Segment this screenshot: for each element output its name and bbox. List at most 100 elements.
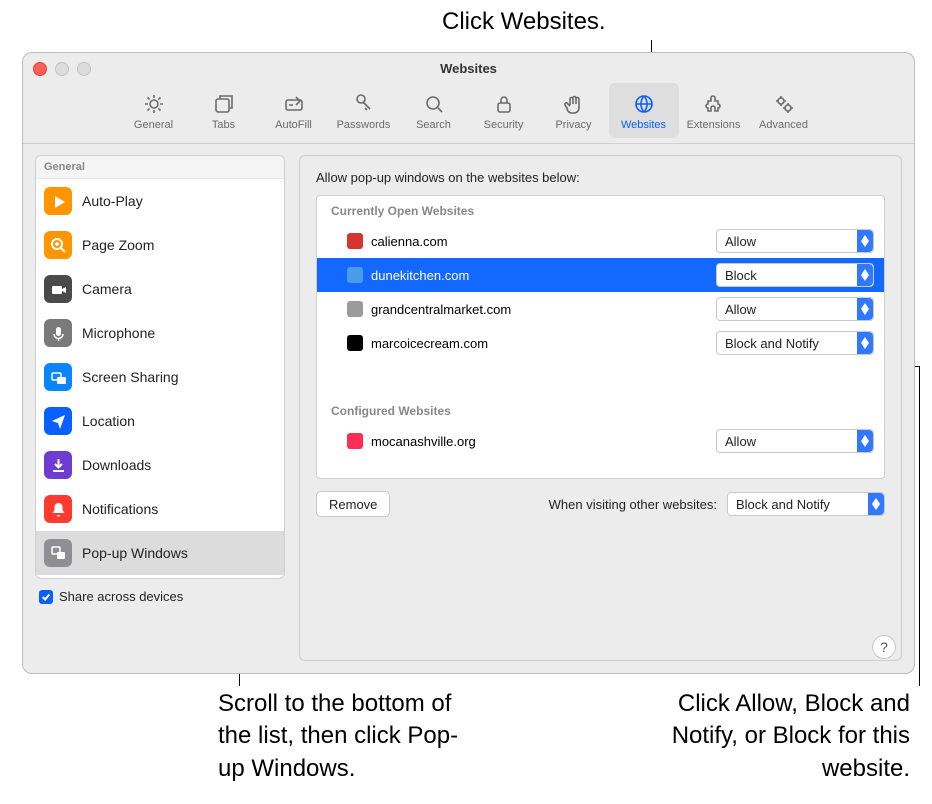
popup-arrows-icon — [857, 230, 873, 252]
permission-popup[interactable]: Allow — [716, 429, 874, 453]
website-row[interactable]: calienna.com Allow — [317, 224, 884, 258]
toolbar-tab-label: Websites — [621, 119, 666, 131]
toolbar-tab-general[interactable]: General — [119, 83, 189, 138]
lock-icon — [493, 91, 515, 117]
popup-arrows-icon — [857, 298, 873, 320]
sidebar-item-label: Screen Sharing — [82, 369, 179, 385]
titlebar: Websites — [23, 53, 914, 83]
popup-arrows-icon — [857, 264, 873, 286]
sidebar-item-label: Auto-Play — [82, 193, 143, 209]
website-name: mocanashville.org — [371, 434, 708, 449]
favicon — [347, 301, 363, 317]
sidebar-item-popup[interactable]: Pop-up Windows — [36, 531, 284, 575]
popup-arrows-icon — [857, 430, 873, 452]
location-icon — [44, 407, 72, 435]
sidebar-item-camera[interactable]: Camera — [36, 267, 284, 311]
sidebar-item-label: Notifications — [82, 501, 158, 517]
toolbar-tab-label: Privacy — [555, 119, 591, 131]
play-icon — [44, 187, 72, 215]
other-websites-popup[interactable]: Block and Notify — [727, 492, 885, 516]
sidebar-item-label: Downloads — [82, 457, 151, 473]
favicon — [347, 267, 363, 283]
toolbar-tab-extensions[interactable]: Extensions — [679, 83, 749, 138]
toolbar-tab-security[interactable]: Security — [469, 83, 539, 138]
sidebar-item-screen-sharing[interactable]: Screen Sharing — [36, 355, 284, 399]
toolbar-tab-label: Passwords — [337, 119, 391, 131]
sidebar-item-location[interactable]: Location — [36, 399, 284, 443]
download-icon — [44, 451, 72, 479]
main-panel: Allow pop-up windows on the websites bel… — [299, 155, 902, 661]
search-icon — [423, 91, 445, 117]
toolbar-tab-tabs[interactable]: Tabs — [189, 83, 259, 138]
toolbar-tab-label: Extensions — [687, 119, 741, 131]
close-button[interactable] — [33, 62, 47, 76]
sidebar-item-page-zoom[interactable]: Page Zoom — [36, 223, 284, 267]
website-row[interactable]: marcoicecream.com Block and Notify — [317, 326, 884, 360]
sidebar-header: General — [36, 156, 284, 179]
minimize-button[interactable] — [55, 62, 69, 76]
sidebar-item-notifications[interactable]: Notifications — [36, 487, 284, 531]
share-label: Share across devices — [59, 589, 183, 604]
favicon — [347, 433, 363, 449]
zoom-button[interactable] — [77, 62, 91, 76]
sidebar-item-downloads[interactable]: Downloads — [36, 443, 284, 487]
sidebar-list[interactable]: General Auto-Play Page Zoom Camera Micro… — [35, 155, 285, 579]
puzzle-icon — [703, 91, 725, 117]
callout-bottom-left: Scroll to the bottom of the list, then c… — [218, 688, 478, 785]
preferences-window: Websites General Tabs AutoFill Passwords… — [22, 52, 915, 674]
sidebar-item-label: Camera — [82, 281, 132, 297]
other-websites-label: When visiting other websites: — [549, 497, 717, 512]
autofill-icon — [283, 91, 305, 117]
toolbar-tab-privacy[interactable]: Privacy — [539, 83, 609, 138]
permission-popup[interactable]: Block and Notify — [716, 331, 874, 355]
popups-icon — [44, 539, 72, 567]
toolbar-tab-label: AutoFill — [275, 119, 312, 131]
tabs-icon — [213, 91, 235, 117]
help-button[interactable]: ? — [872, 635, 896, 659]
permission-value: Block and Notify — [725, 336, 857, 351]
camera-icon — [44, 275, 72, 303]
sidebar-item-microphone[interactable]: Microphone — [36, 311, 284, 355]
permission-value: Block — [725, 268, 857, 283]
gear-icon — [143, 91, 165, 117]
website-row[interactable]: mocanashville.org Allow — [317, 424, 884, 458]
popup-arrows-icon — [857, 332, 873, 354]
permission-popup[interactable]: Allow — [716, 297, 874, 321]
sidebar-item-label: Microphone — [82, 325, 155, 341]
favicon — [347, 335, 363, 351]
toolbar-tab-label: Advanced — [759, 119, 808, 131]
toolbar-tab-advanced[interactable]: Advanced — [749, 83, 819, 138]
toolbar-tab-passwords[interactable]: Passwords — [329, 83, 399, 138]
website-name: grandcentralmarket.com — [371, 302, 708, 317]
sidebar: General Auto-Play Page Zoom Camera Micro… — [35, 155, 285, 661]
remove-button[interactable]: Remove — [316, 491, 390, 517]
window-title: Websites — [23, 61, 914, 76]
permission-value: Allow — [725, 302, 857, 317]
permission-value: Allow — [725, 234, 857, 249]
website-name: marcoicecream.com — [371, 336, 708, 351]
website-name: dunekitchen.com — [371, 268, 708, 283]
website-list[interactable]: Currently Open Websites calienna.com All… — [316, 195, 885, 479]
sidebar-item-label: Pop-up Windows — [82, 545, 188, 561]
website-row[interactable]: grandcentralmarket.com Allow — [317, 292, 884, 326]
hand-icon — [563, 91, 585, 117]
permission-popup[interactable]: Block — [716, 263, 874, 287]
permission-value: Allow — [725, 434, 857, 449]
section-open-header: Currently Open Websites — [317, 196, 884, 224]
favicon — [347, 233, 363, 249]
key-icon — [353, 91, 375, 117]
share-across-devices[interactable]: Share across devices — [35, 589, 285, 604]
sidebar-item-label: Location — [82, 413, 135, 429]
toolbar-tab-label: General — [134, 119, 173, 131]
permission-popup[interactable]: Allow — [716, 229, 874, 253]
checkbox-checked-icon[interactable] — [39, 590, 53, 604]
leader-line — [919, 366, 920, 686]
toolbar-tab-label: Security — [484, 119, 524, 131]
toolbar-tab-autofill[interactable]: AutoFill — [259, 83, 329, 138]
website-row[interactable]: dunekitchen.com Block — [317, 258, 884, 292]
gears-icon — [773, 91, 795, 117]
toolbar-tab-websites[interactable]: Websites — [609, 83, 679, 138]
sidebar-item-auto-play[interactable]: Auto-Play — [36, 179, 284, 223]
toolbar-tab-search[interactable]: Search — [399, 83, 469, 138]
toolbar-tab-label: Search — [416, 119, 451, 131]
